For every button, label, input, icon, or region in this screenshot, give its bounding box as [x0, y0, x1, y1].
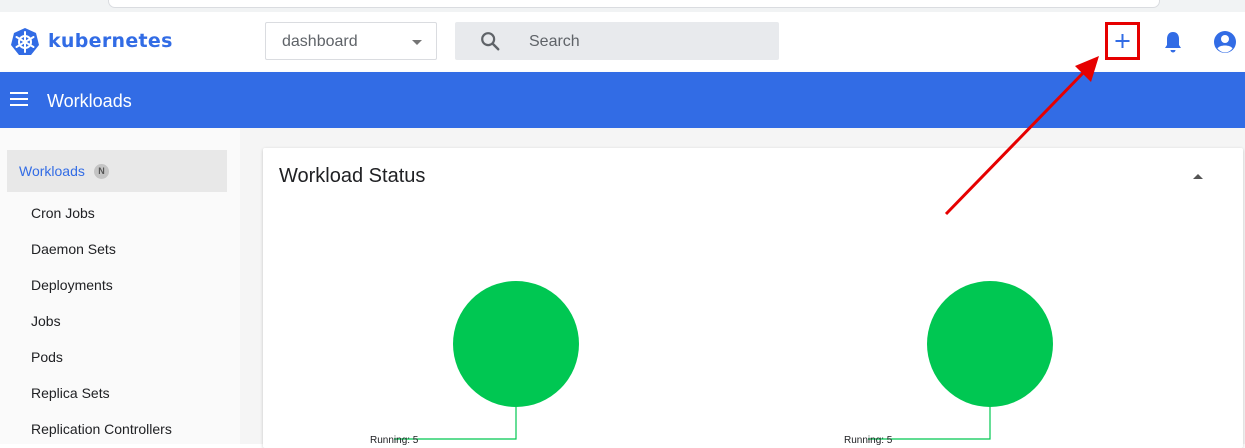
sidebar-item-daemon-sets[interactable]: Daemon Sets: [31, 241, 116, 257]
workload-status-chart-2: Running: 5: [797, 148, 1177, 448]
namespace-value: dashboard: [282, 33, 358, 50]
browser-strip: [0, 0, 1245, 12]
sidebar-item-jobs[interactable]: Jobs: [31, 313, 61, 329]
search-box[interactable]: [455, 22, 779, 60]
top-header: kubernetes dashboard: [0, 12, 1245, 72]
collapse-arrow-icon[interactable]: [1193, 174, 1203, 179]
workload-status-chart-1: Running: 5: [323, 148, 703, 448]
search-icon: [481, 32, 500, 51]
account-circle-icon[interactable]: [1213, 30, 1237, 54]
kubernetes-logo-icon[interactable]: [10, 27, 40, 57]
pie-slice-label: Running: 5: [844, 435, 893, 446]
brand-name[interactable]: kubernetes: [48, 30, 173, 52]
sidebar-item-replication-controllers[interactable]: Replication Controllers: [31, 421, 172, 437]
workload-status-card: Workload Status Running: 5 Running: 5: [263, 148, 1243, 448]
pie-slice-0[interactable]: [927, 281, 1053, 407]
sidebar-item-deployments[interactable]: Deployments: [31, 277, 113, 293]
sidebar-item-label: Workloads: [19, 163, 85, 179]
namespace-select[interactable]: dashboard: [265, 22, 437, 60]
namespaced-badge: N: [94, 164, 109, 179]
section-title: Workloads: [47, 91, 132, 111]
search-input[interactable]: [527, 28, 761, 56]
section-toolbar: Workloads: [0, 72, 1245, 128]
pie-slice-label: Running: 5: [370, 435, 419, 446]
sidebar-item-pods[interactable]: Pods: [31, 349, 63, 365]
menu-icon[interactable]: [10, 92, 28, 106]
plus-icon: [1115, 34, 1130, 48]
sidebar-item-replica-sets[interactable]: Replica Sets: [31, 385, 110, 401]
sidebar-item-cron-jobs[interactable]: Cron Jobs: [31, 205, 95, 221]
dropdown-caret-icon: [412, 40, 422, 45]
sidebar-item-workloads[interactable]: Workloads N: [7, 150, 227, 192]
sidebar: Workloads N Cron Jobs Daemon Sets Deploy…: [0, 128, 240, 444]
pie-slice-0[interactable]: [453, 281, 579, 407]
browser-address-bar[interactable]: [108, 0, 1160, 8]
create-resource-button[interactable]: [1105, 22, 1140, 60]
bell-icon[interactable]: [1162, 30, 1184, 54]
